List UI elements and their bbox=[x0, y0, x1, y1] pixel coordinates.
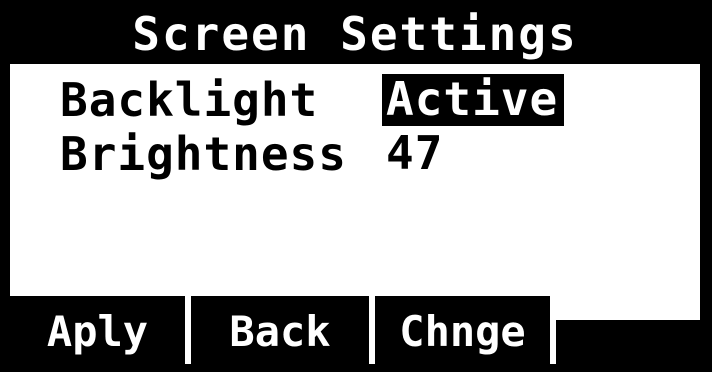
setting-row-backlight[interactable]: Backlight Active bbox=[60, 73, 565, 127]
title-bar: Screen Settings bbox=[10, 4, 700, 64]
apply-softkey-label: Aply bbox=[46, 307, 149, 356]
settings-list: Backlight Active Brightness 47 bbox=[10, 64, 700, 296]
setting-label-brightness: Brightness bbox=[60, 127, 347, 181]
lcd-screen: Screen Settings Backlight Active Brightn… bbox=[0, 0, 712, 372]
page-title: Screen Settings bbox=[132, 7, 578, 61]
setting-value-brightness[interactable]: 47 bbox=[382, 128, 449, 180]
back-softkey[interactable]: Back bbox=[191, 296, 369, 364]
empty-softkey[interactable] bbox=[556, 320, 700, 364]
change-softkey-label: Chnge bbox=[399, 307, 526, 356]
apply-softkey[interactable]: Aply bbox=[10, 296, 185, 364]
back-softkey-label: Back bbox=[229, 307, 331, 356]
setting-label-backlight: Backlight bbox=[60, 73, 319, 127]
change-softkey[interactable]: Chnge bbox=[375, 296, 550, 364]
softkey-bar: Aply Back Chnge bbox=[10, 296, 700, 364]
setting-row-brightness[interactable]: Brightness 47 bbox=[60, 128, 449, 180]
setting-value-backlight[interactable]: Active bbox=[382, 74, 565, 126]
